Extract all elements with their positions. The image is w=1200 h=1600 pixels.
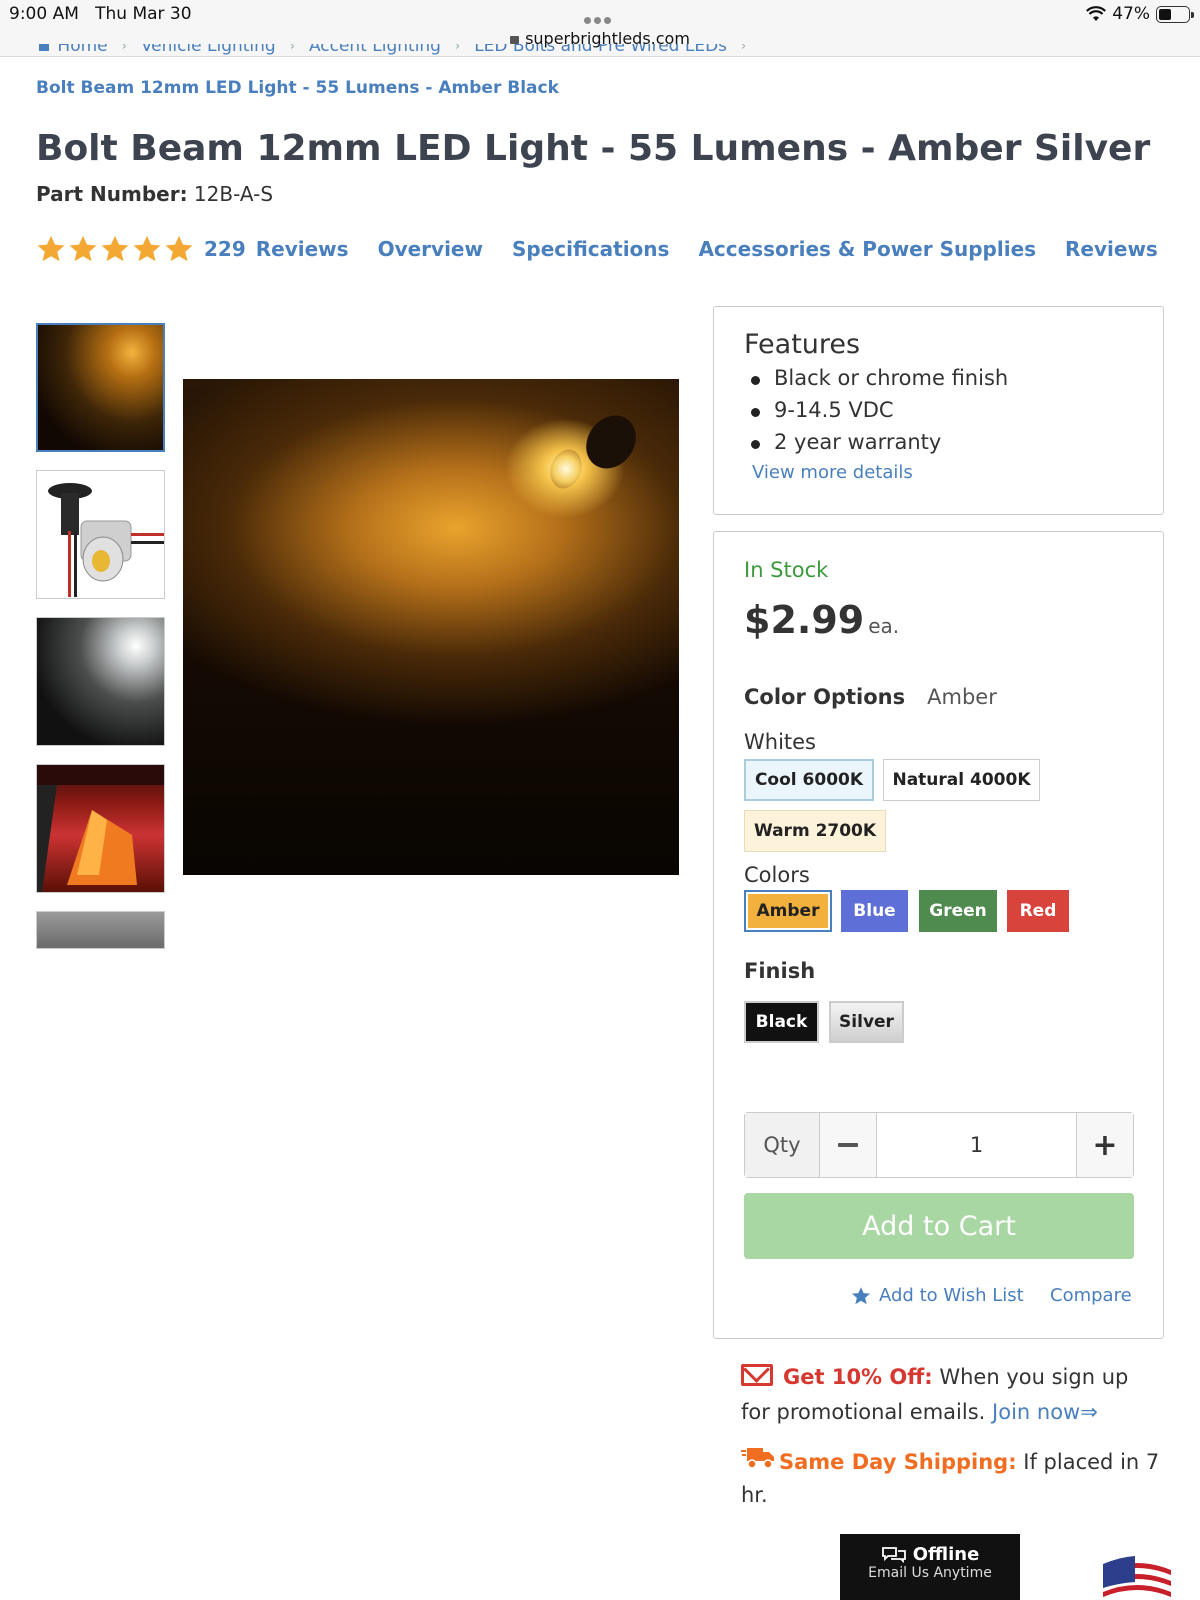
rating-stars[interactable] — [36, 234, 194, 264]
features-list: Black or chrome finish 9-14.5 VDC 2 year… — [744, 366, 1133, 454]
tab-specifications[interactable]: Specifications — [512, 237, 669, 261]
option-warm-2700k[interactable]: Warm 2700K — [744, 810, 886, 852]
home-icon — [36, 44, 52, 51]
breadcrumb-vehicle-lighting[interactable]: Vehicle Lighting — [141, 44, 276, 56]
option-black[interactable]: Black — [744, 1001, 819, 1043]
more-dots-icon[interactable] — [584, 9, 616, 24]
option-cool-6000k[interactable]: Cool 6000K — [744, 759, 874, 801]
features-heading: Features — [744, 329, 861, 360]
thumbnail-white-glow[interactable] — [36, 617, 165, 746]
feature-item: 2 year warranty — [744, 430, 1133, 454]
whites-label: Whites — [744, 730, 817, 754]
chat-bubble-icon — [881, 1546, 906, 1563]
chat-widget[interactable]: Offline Email Us Anytime — [840, 1534, 1020, 1600]
option-silver[interactable]: Silver — [829, 1001, 904, 1043]
breadcrumb-led-bolts[interactable]: LED Bolts and Pre Wired LEDs — [474, 44, 727, 56]
status-right: 47% — [1086, 4, 1194, 24]
features-box: Features Black or chrome finish 9-14.5 V… — [713, 306, 1164, 515]
qty-label: Qty — [745, 1113, 820, 1177]
option-green[interactable]: Green — [919, 890, 997, 932]
feature-item: Black or chrome finish — [744, 366, 1133, 390]
star-icon — [133, 235, 161, 262]
minus-icon — [838, 1143, 858, 1147]
quantity-stepper: Qty 1 + — [744, 1112, 1134, 1178]
email-promo: Get 10% Off: When you sign up for promot… — [741, 1364, 1129, 1424]
chat-sub: Email Us Anytime — [868, 1565, 992, 1581]
star-icon — [37, 235, 65, 262]
finish-label: Finish — [744, 959, 816, 983]
lens-glow — [545, 445, 587, 493]
truck-icon — [741, 1448, 774, 1469]
star-icon — [69, 235, 97, 262]
rating-and-tabs: 229 Reviews Overview Specifications Acce… — [36, 234, 1158, 264]
compare-link[interactable]: Compare — [1050, 1285, 1132, 1306]
breadcrumb-separator: › — [454, 44, 461, 54]
add-to-cart-button[interactable]: Add to Cart — [744, 1193, 1134, 1259]
product-title: Bolt Beam 12mm LED Light - 55 Lumens - A… — [36, 128, 1151, 169]
breadcrumb-home[interactable]: Home — [36, 44, 108, 56]
breadcrumb-current[interactable]: Bolt Beam 12mm LED Light - 55 Lumens - A… — [36, 78, 559, 98]
chat-status: Offline — [912, 1544, 980, 1565]
join-now-link[interactable]: Join now⇒ — [992, 1400, 1098, 1424]
star-icon — [101, 235, 129, 262]
battery-percent: 47% — [1112, 4, 1150, 24]
thumbnail-partial[interactable] — [36, 911, 165, 949]
breadcrumb: Home › Vehicle Lighting › Accent Lightin… — [36, 44, 746, 66]
feature-item: 9-14.5 VDC — [744, 398, 1133, 422]
qty-input[interactable]: 1 — [877, 1113, 1076, 1177]
status-time: 9:00 AM Thu Mar 30 — [9, 4, 192, 24]
colors-label: Colors — [744, 863, 810, 887]
thumbnail-bolt-product[interactable] — [36, 470, 165, 599]
tab-accessories[interactable]: Accessories & Power Supplies — [698, 237, 1036, 261]
part-number: Part Number: 12B-A-S — [36, 182, 274, 206]
option-red[interactable]: Red — [1007, 890, 1069, 932]
breadcrumb-accent-lighting[interactable]: Accent Lighting — [309, 44, 441, 56]
thumbnail-installed[interactable] — [36, 764, 165, 893]
color-options: Color Options Amber — [744, 685, 997, 709]
battery-icon — [1156, 5, 1194, 23]
option-blue[interactable]: Blue — [841, 890, 908, 932]
stock-status: In Stock — [744, 558, 829, 582]
breadcrumb-separator: › — [741, 44, 747, 54]
qty-decrement-button[interactable] — [820, 1113, 877, 1177]
bolt-shape — [576, 405, 646, 479]
breadcrumb-separator: › — [289, 44, 295, 54]
purchase-box: In Stock $2.99 ea. Color Options Amber Whi… — [713, 531, 1164, 1339]
us-flag-icon[interactable] — [1103, 1556, 1171, 1600]
star-icon — [165, 235, 193, 262]
add-to-wish-list-link[interactable]: Add to Wish List — [851, 1285, 1024, 1306]
breadcrumb-separator: › — [121, 44, 127, 54]
thumbnail-amber-glow[interactable] — [36, 323, 165, 452]
option-amber[interactable]: Amber — [744, 890, 832, 932]
envelope-icon — [741, 1364, 773, 1386]
star-icon — [852, 1286, 870, 1304]
tab-overview[interactable]: Overview — [378, 237, 483, 261]
shipping-info: Same Day Shipping: If placed in 7 hr. — [741, 1446, 1161, 1512]
plus-icon: + — [1092, 1127, 1118, 1163]
qty-increment-button[interactable]: + — [1076, 1113, 1133, 1177]
thumbnail-list — [36, 323, 166, 967]
tab-reviews[interactable]: Reviews — [1065, 237, 1158, 261]
bolt-product-image — [48, 483, 164, 597]
installed-image — [37, 765, 164, 892]
option-natural-4000k[interactable]: Natural 4000K — [883, 759, 1040, 801]
wifi-icon — [1086, 6, 1107, 21]
reviews-link[interactable]: Reviews — [256, 237, 349, 261]
review-count[interactable]: 229 — [204, 237, 246, 261]
lock-icon — [510, 36, 520, 44]
price: $2.99 ea. — [744, 598, 900, 642]
main-product-image[interactable] — [183, 379, 679, 875]
view-more-details-link[interactable]: View more details — [752, 462, 913, 483]
